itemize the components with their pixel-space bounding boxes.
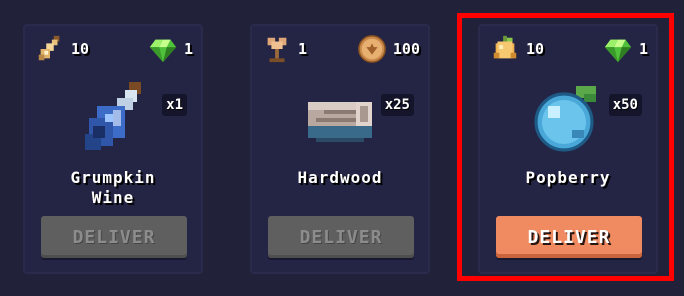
order-card-popberry: 10 1 x50 Popberry DELIVER (478, 24, 658, 274)
order-card-grumpkin-wine: 10 1 x1 Grumpkin Wine DELIVER (23, 24, 203, 274)
deliver-button[interactable]: DELIVER (268, 216, 414, 258)
deliver-button[interactable]: DELIVER (41, 216, 187, 258)
gold-coin-icon (358, 35, 386, 63)
cost-amount: 1 (638, 40, 648, 58)
cost-amount: 100 (392, 40, 420, 58)
item-name: Grumpkin Wine (70, 168, 156, 207)
quantity-badge: x25 (380, 94, 414, 116)
popberry-icon (528, 78, 608, 158)
delivery-orders-panel: 10 1 x1 Grumpkin Wine DELIVER 1 100 x25 … (0, 0, 684, 296)
cost-reward-left: 10 (490, 34, 544, 64)
order-card-hardwood: 1 100 x25 Hardwood DELIVER (250, 24, 430, 274)
quantity-badge: x50 (608, 94, 642, 116)
quantity-badge: x1 (162, 94, 187, 116)
tree-sapling-icon (267, 37, 287, 63)
item-name: Popberry (525, 168, 611, 187)
gem-icon (149, 39, 177, 63)
cost-reward-right: 1 (603, 34, 648, 64)
hardwood-log-icon (300, 78, 380, 158)
popberry-seed-icon (493, 35, 517, 59)
cost-reward-right: 100 (357, 34, 420, 64)
item-name: Hardwood (297, 168, 383, 187)
grumpkin-wine-bottle-icon (73, 78, 153, 158)
gem-icon (604, 39, 632, 63)
cost-amount: 1 (298, 40, 308, 58)
cost-amount: 10 (526, 40, 545, 58)
wine-bottle-icon (38, 35, 60, 61)
cost-amount: 10 (71, 40, 90, 58)
cost-amount: 1 (183, 40, 193, 58)
deliver-button[interactable]: DELIVER (496, 216, 642, 258)
cost-reward-left: 1 (262, 34, 307, 64)
cost-reward-right: 1 (148, 34, 193, 64)
cost-reward-left: 10 (35, 34, 89, 64)
